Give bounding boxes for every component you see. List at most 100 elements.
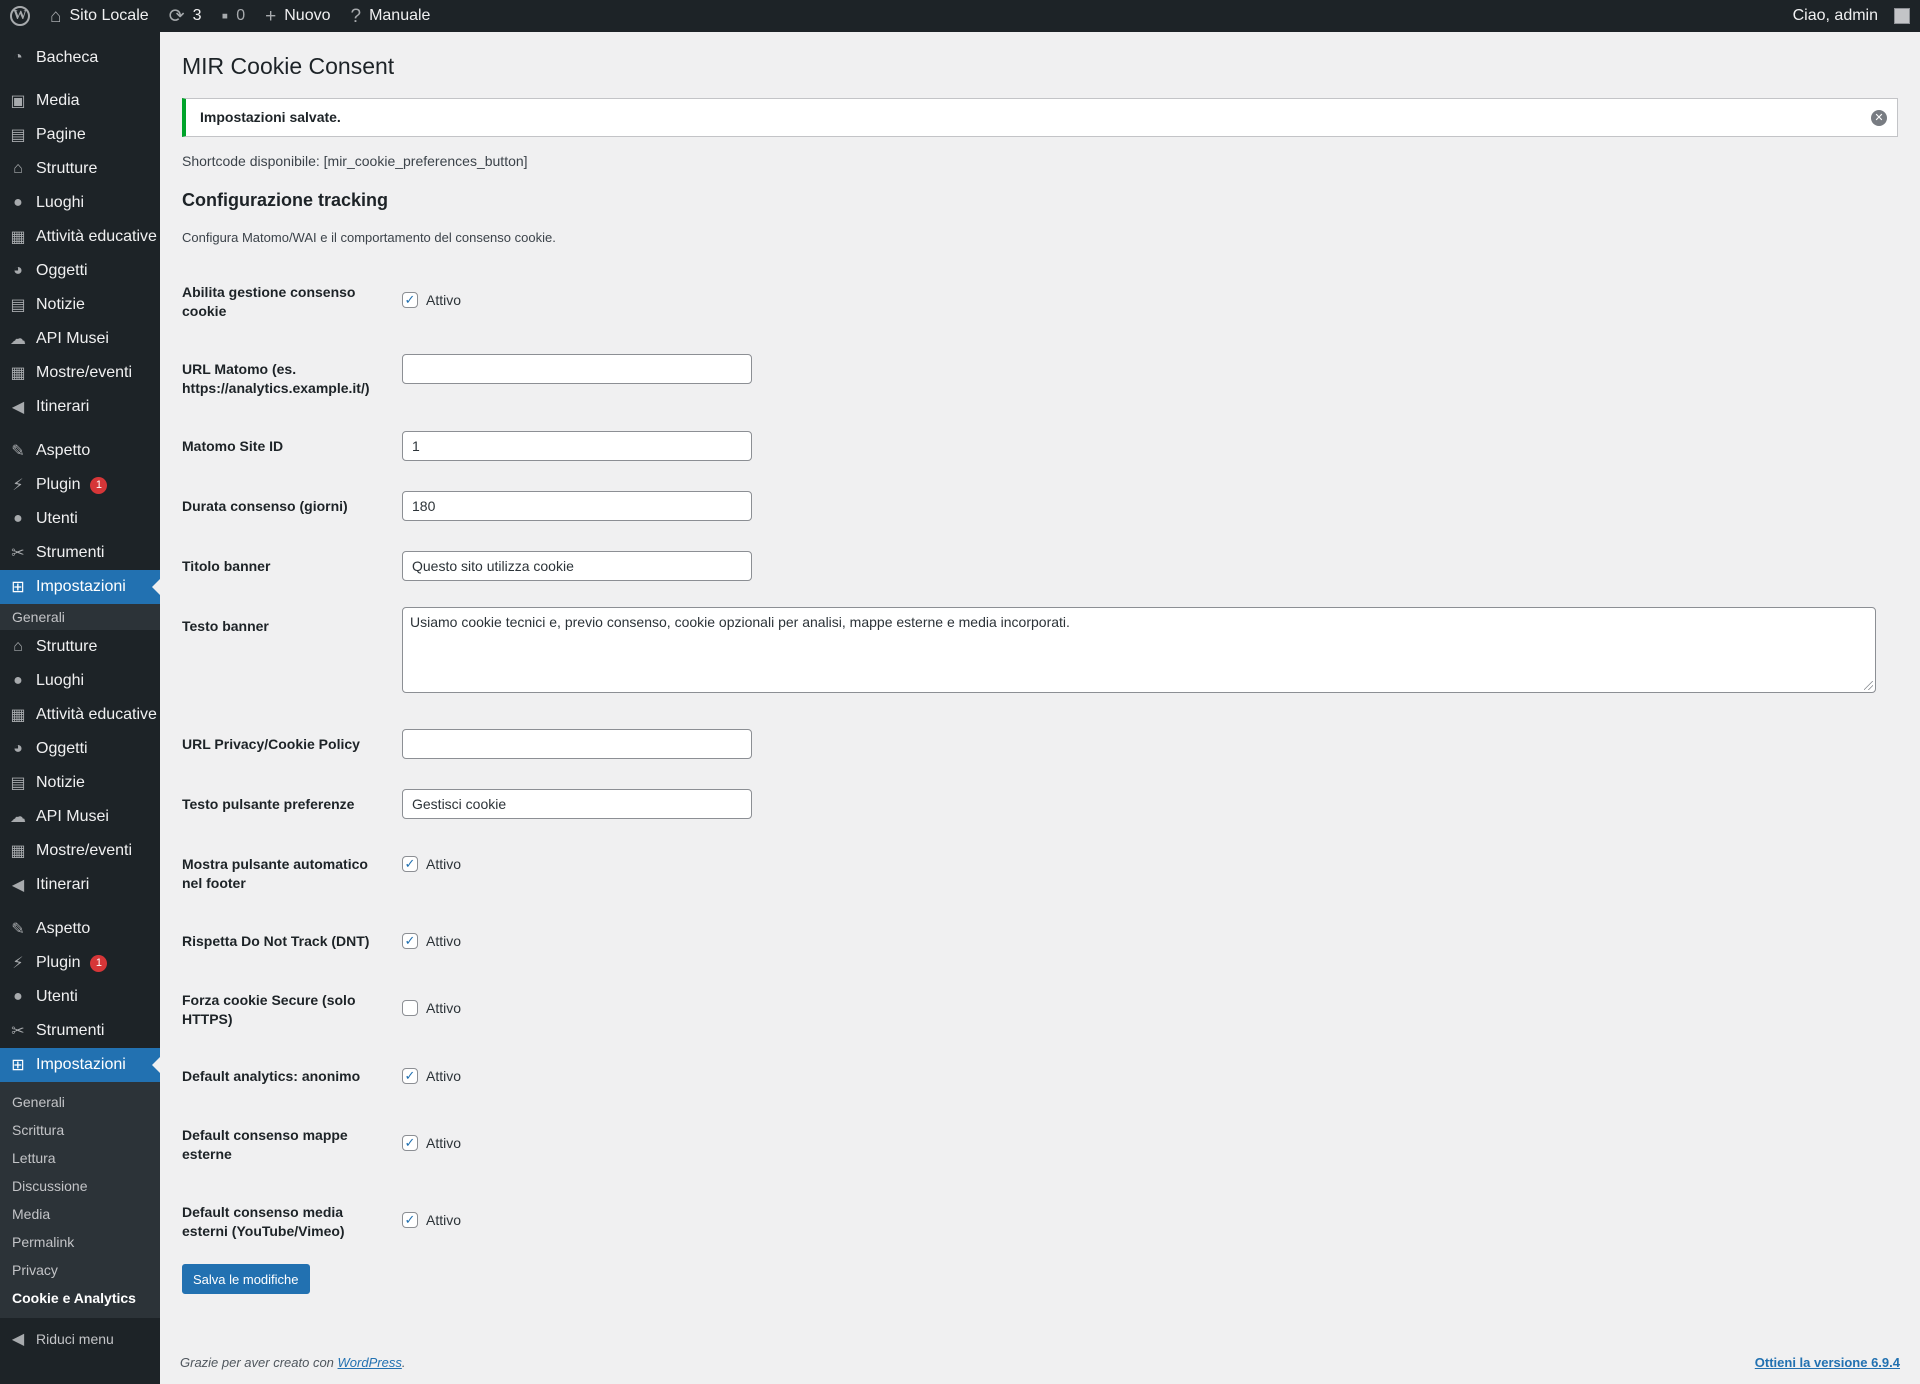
sidebar-item-settings[interactable]: ⊞ Impostazioni <box>0 570 160 604</box>
settings-submenu-item[interactable]: Privacy <box>0 1256 160 1284</box>
field-label: Matomo Site ID <box>182 437 284 454</box>
banner-text-textarea[interactable]: Usiamo cookie tecnici e, previo consenso… <box>402 606 1876 693</box>
collapse-menu-button[interactable]: ◀ Riduci menu <box>0 1322 160 1356</box>
dnt-checkbox[interactable]: ✓ <box>402 932 418 949</box>
sidebar-item-plugins-2[interactable]: ⚡ Plugin 1 <box>0 946 160 980</box>
media-default-checkbox[interactable]: ✓ <box>402 1211 418 1228</box>
sidebar-item-notizie[interactable]: ▤ Notizie <box>0 288 160 322</box>
my-account-link[interactable]: Ciao, admin <box>1783 0 1914 32</box>
sidebar-item-api-musei[interactable]: ☁ API Musei <box>0 322 160 356</box>
plugin-icon: ⚡ <box>12 955 24 972</box>
sidebar-item-luoghi[interactable]: ● Luoghi <box>0 664 160 698</box>
sidebar-item-label: Media <box>36 92 80 109</box>
media-default-checkbox-wrap[interactable]: ✓ Attivo <box>402 1211 461 1228</box>
field-label: Testo banner <box>182 617 269 634</box>
settings-submenu-item[interactable]: Lettura <box>0 1144 160 1172</box>
sidebar-item-attivit-educative[interactable]: ▦ Attività educative <box>0 220 160 254</box>
site-name-link[interactable]: ⌂ Sito Locale <box>40 0 159 32</box>
settings-submenu-item[interactable]: Cookie e Analytics <box>0 1284 160 1312</box>
sidebar-item-notizie[interactable]: ▤ Notizie <box>0 766 160 800</box>
footer-button-checkbox[interactable]: ✓ <box>402 855 418 872</box>
sidebar-item-api-musei[interactable]: ☁ API Musei <box>0 800 160 834</box>
dismiss-notice-icon[interactable]: ✕ <box>1871 109 1887 126</box>
maps-default-checkbox[interactable]: ✓ <box>402 1134 418 1151</box>
sidebar-item-oggetti[interactable]: ◕ Oggetti <box>0 254 160 288</box>
manual-link[interactable]: ? Manuale <box>341 0 441 32</box>
media-icon: ▣ <box>10 93 26 110</box>
pages-icon: ▤ <box>10 127 26 144</box>
sidebar-item-label: Plugin <box>36 476 81 493</box>
sidebar-item-users-2[interactable]: ● Utenti <box>0 980 160 1014</box>
sidebar-item-itinerari[interactable]: ◀ Itinerari <box>0 868 160 902</box>
updates-link[interactable]: ⟳ 3 <box>159 0 212 32</box>
main-content: MIR Cookie Consent Impostazioni salvate.… <box>182 32 1898 1239</box>
dnt-checkbox-wrap[interactable]: ✓ Attivo <box>402 932 462 949</box>
sidebar-item-label: Bacheca <box>36 49 99 66</box>
sidebar-item-media[interactable]: ▣ Media <box>0 84 160 118</box>
sidebar-item-dashboard[interactable]: ◔ Bacheca <box>0 44 160 72</box>
sidebar-item-attivit-educative[interactable]: ▦ Attività educative <box>0 698 160 732</box>
new-content-link[interactable]: + Nuovo <box>255 0 340 32</box>
matomo-url-input[interactable] <box>402 353 752 384</box>
settings-submenu-item[interactable]: Discussione <box>0 1172 160 1200</box>
sidebar-item-appearance-2[interactable]: ✎ Aspetto <box>0 912 160 946</box>
footer-button-checkbox-wrap[interactable]: ✓ Attivo <box>402 855 461 872</box>
wordpress-link[interactable]: WordPress <box>338 1355 402 1370</box>
settings-submenu-item[interactable]: Generali <box>0 1088 160 1116</box>
sidebar-item-tools-2[interactable]: ✂ Strumenti <box>0 1014 160 1048</box>
settings-submenu-item[interactable]: Media <box>0 1200 160 1228</box>
cloud-icon: ☁ <box>10 809 26 826</box>
sidebar-item-plugins[interactable]: ⚡ Plugin 1 <box>0 468 160 502</box>
sidebar-item-tools[interactable]: ✂ Strumenti <box>0 536 160 570</box>
analytics-default-checkbox[interactable]: ✓ <box>402 1067 418 1084</box>
sidebar-item-strutture[interactable]: ⌂ Strutture <box>0 630 160 664</box>
settings-submenu-item[interactable]: Permalink <box>0 1228 160 1256</box>
sidebar-item-mostre-eventi[interactable]: ▦ Mostre/eventi <box>0 834 160 868</box>
privacy-url-input[interactable] <box>402 728 752 759</box>
wrench-icon: ✂ <box>11 545 25 562</box>
success-notice: Impostazioni salvate. ✕ <box>182 97 1898 137</box>
sidebar-item-strutture[interactable]: ⌂ Strutture <box>0 152 160 186</box>
sidebar-item-oggetti[interactable]: ◕ Oggetti <box>0 732 160 766</box>
consent-duration-input[interactable]: 180 <box>402 490 752 521</box>
secure-cookie-checkbox[interactable] <box>402 999 418 1016</box>
sidebar-item-label: Oggetti <box>36 740 88 757</box>
location-pin-icon: ● <box>13 672 23 689</box>
banner-title-input[interactable]: Questo sito utilizza cookie <box>402 550 752 581</box>
checkbox-label: Attivo <box>426 999 462 1016</box>
settings-submenu: Generali Scrittura Lettura Discussione Media… <box>0 1082 160 1318</box>
sidebar-item-users[interactable]: ● Utenti <box>0 502 160 536</box>
comments-link[interactable]: ▪ 0 <box>211 0 255 32</box>
updates-icon: ⟳ <box>168 5 185 27</box>
sidebar-item-appearance[interactable]: ✎ Aspetto <box>0 434 160 468</box>
maps-default-checkbox-wrap[interactable]: ✓ Attivo <box>402 1134 461 1151</box>
sidebar-item-pagine[interactable]: ▤ Pagine <box>0 118 160 152</box>
site-name-label: Sito Locale <box>69 7 149 24</box>
matomo-site-id-input[interactable]: 1 <box>402 430 752 461</box>
settings-submenu-general[interactable]: Generali <box>0 604 160 630</box>
sidebar-item-itinerari[interactable]: ◀ Itinerari <box>0 390 160 424</box>
enable-consent-checkbox-wrap[interactable]: ✓ Attivo <box>402 291 461 308</box>
update-version-link[interactable]: Ottieni la versione 6.9.4 <box>1755 1355 1900 1370</box>
settings-submenu-item[interactable]: Scrittura <box>0 1116 160 1144</box>
analytics-default-checkbox-wrap[interactable]: ✓ Attivo <box>402 1067 462 1084</box>
field-label: Abilita gestione consenso cookie <box>182 283 356 319</box>
enable-consent-checkbox[interactable]: ✓ <box>402 291 418 308</box>
wordpress-logo-button[interactable]: W <box>0 0 40 32</box>
building-icon: ⌂ <box>13 638 23 655</box>
footer-thanks-suffix: . <box>401 1355 406 1370</box>
checkbox-label: Attivo <box>426 932 462 949</box>
preferences-button-text-input[interactable]: Gestisci cookie <box>402 788 752 819</box>
sidebar-item-luoghi[interactable]: ● Luoghi <box>0 186 160 220</box>
checkbox-label: Attivo <box>426 1067 462 1084</box>
resize-grip-icon[interactable] <box>1864 680 1873 690</box>
sidebar-item-settings-2[interactable]: ⊞ Impostazioni <box>0 1048 160 1082</box>
wrench-icon: ✂ <box>11 1023 25 1040</box>
sidebar-item-mostre-eventi[interactable]: ▦ Mostre/eventi <box>0 356 160 390</box>
shortcode-info: Shortcode disponibile: [mir_cookie_prefe… <box>182 152 528 169</box>
sidebar-item-label: Impostazioni <box>36 578 126 595</box>
secure-cookie-checkbox-wrap[interactable]: Attivo <box>402 999 462 1016</box>
sidebar-item-label: Mostre/eventi <box>36 842 133 859</box>
save-changes-button[interactable]: Salva le modifiche <box>182 1264 310 1294</box>
field-label: URL Matomo (es. https://analytics.exampl… <box>182 360 370 396</box>
